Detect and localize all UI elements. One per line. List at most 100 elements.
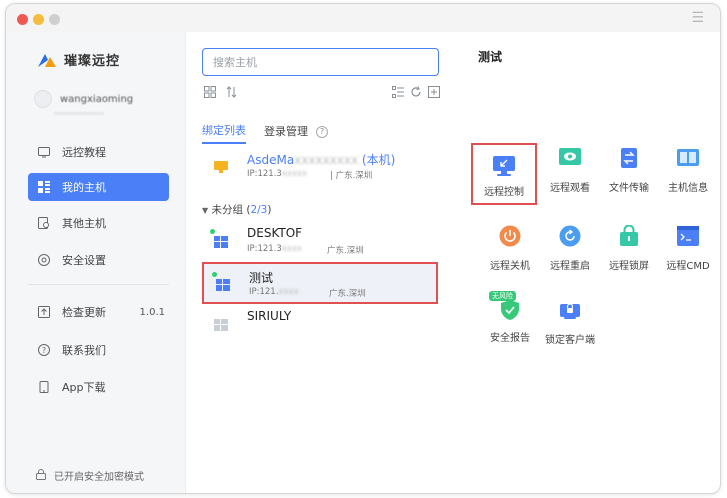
host-name: 测试 <box>249 271 274 285</box>
restart-icon <box>558 225 582 247</box>
function-label: 远程重启 <box>550 261 590 272</box>
function-label: 主机信息 <box>668 183 708 194</box>
group-count-close: ) <box>267 204 272 216</box>
host-name-text: AsdeMa <box>247 153 295 167</box>
remote-view-icon <box>558 147 582 169</box>
file-transfer-button[interactable]: 文件传输 <box>596 147 662 209</box>
sidebar: 璀璨远控 wangxiaoming 远控教程 我的主机 其他主机 安全设置 检查… <box>6 32 186 493</box>
remote-restart-button[interactable]: 远程重启 <box>537 225 603 287</box>
sidebar-item-contact[interactable]: ? 联系我们 <box>28 336 169 364</box>
sidebar-item-other-hosts[interactable]: 其他主机 <box>28 209 169 237</box>
sidebar-item-label: 检查更新 <box>62 306 106 319</box>
security-report-button[interactable]: 无风险 安全报告 <box>477 291 543 359</box>
logo-icon <box>36 51 58 69</box>
user-name: wangxiaoming <box>60 93 134 105</box>
sidebar-item-label: 其他主机 <box>62 217 106 230</box>
tab-login-management[interactable]: 登录管理 <box>264 123 308 143</box>
lock-screen-icon <box>617 224 641 247</box>
file-transfer-icon <box>617 147 641 169</box>
online-indicator <box>210 229 215 234</box>
remote-view-button[interactable]: 远程观看 <box>537 147 603 209</box>
host-item-test[interactable]: 测试 IP:121.xxxx 广东.深圳 <box>202 262 438 304</box>
redacted-text: xxxxxxxxx <box>294 153 359 167</box>
windows-icon <box>216 279 230 291</box>
encryption-status: 已开启安全加密模式 <box>36 468 144 483</box>
title-bar: ☰ <box>6 4 720 32</box>
close-window-button[interactable] <box>17 14 28 25</box>
lock-icon <box>36 468 46 483</box>
remote-shutdown-button[interactable]: 远程关机 <box>477 225 543 287</box>
function-label: 远程控制 <box>484 187 524 198</box>
cmd-icon <box>676 225 700 247</box>
local-machine-tag: (本机) <box>361 153 396 167</box>
app-logo: 璀璨远控 <box>36 50 120 69</box>
host-ip: IP:121.xxxx <box>249 287 299 297</box>
function-label: 安全报告 <box>490 333 530 344</box>
sidebar-item-label: 安全设置 <box>62 254 106 267</box>
menu-icon[interactable]: ☰ <box>691 11 704 25</box>
grid-icon <box>38 181 50 193</box>
redacted-text: xxxx <box>278 287 299 297</box>
remote-lock-screen-button[interactable]: 远程锁屏 <box>596 224 662 287</box>
host-list-panel: 绑定列表 登录管理 ? AsdeMaxxxxxxxxx (本机) IP:121.… <box>187 32 457 493</box>
sidebar-item-label: App下载 <box>62 381 106 394</box>
search-input[interactable] <box>202 48 439 76</box>
online-indicator <box>212 272 217 277</box>
selected-host-title: 测试 <box>478 50 503 64</box>
sidebar-item-my-hosts[interactable]: 我的主机 <box>28 173 169 201</box>
host-ip: IP:121.3xxxxx <box>247 169 307 179</box>
security-settings-icon <box>38 254 50 266</box>
maximize-window-button[interactable] <box>49 14 60 25</box>
group-count: 2/3 <box>250 204 268 216</box>
function-label: 远程CMD <box>666 261 710 272</box>
logo-text: 璀璨远控 <box>64 54 121 69</box>
avatar <box>34 90 52 108</box>
divider <box>28 284 169 285</box>
sidebar-item-label: 联系我们 <box>62 344 106 357</box>
help-icon: ? <box>38 344 50 356</box>
lock-client-button[interactable]: 锁定客户端 <box>537 299 603 361</box>
host-name: DESKTOF <box>247 226 303 240</box>
host-item-siriuly[interactable]: SIRIULY <box>202 304 438 346</box>
host-ip-text: IP:121.3 <box>247 244 282 254</box>
user-profile[interactable]: wangxiaoming <box>34 90 133 108</box>
grid-view-icon[interactable] <box>204 86 216 100</box>
refresh-icon[interactable] <box>410 86 422 100</box>
sidebar-item-label: 我的主机 <box>62 181 106 194</box>
tab-bound-list[interactable]: 绑定列表 <box>202 122 246 144</box>
host-location: | 广东.深圳 <box>330 171 373 181</box>
host-ip-text: IP:121. <box>249 287 279 297</box>
host-location: 广东.深圳 <box>327 246 364 256</box>
sidebar-item-security[interactable]: 安全设置 <box>28 246 169 274</box>
group-header[interactable]: ▼ 未分组 (2/3) <box>202 202 271 217</box>
minimize-window-button[interactable] <box>33 14 44 25</box>
function-label: 远程锁屏 <box>609 261 649 272</box>
remote-cmd-button[interactable]: 远程CMD <box>655 225 720 287</box>
user-subtitle <box>54 112 104 115</box>
shield-icon <box>498 299 522 321</box>
sidebar-item-check-update[interactable]: 检查更新 1.0.1 <box>28 298 169 326</box>
list-toolbar <box>202 84 440 102</box>
host-name: SIRIULY <box>247 309 292 323</box>
group-label: 未分组 <box>211 204 244 216</box>
host-info-button[interactable]: 主机信息 <box>655 147 720 209</box>
sidebar-item-tutorial[interactable]: 远控教程 <box>28 138 169 166</box>
add-host-icon[interactable] <box>428 86 440 100</box>
host-item-local[interactable]: AsdeMaxxxxxxxxx (本机) IP:121.3xxxxx | 广东.… <box>202 146 438 188</box>
svg-text:?: ? <box>42 346 46 355</box>
other-hosts-icon <box>38 217 50 229</box>
host-actions-panel: 测试 远程控制 远程观看 文件传输 主机信息 远程关机 远程重启 远程锁屏 远程… <box>458 32 720 493</box>
help-circle-icon[interactable]: ? <box>316 125 328 138</box>
host-item-desktop[interactable]: DESKTOF IP:121.3xxxx 广东.深圳 <box>202 221 438 263</box>
expand-triangle-icon: ▼ <box>202 206 209 215</box>
function-label: 锁定客户端 <box>545 335 595 346</box>
remote-control-button[interactable]: 远程控制 <box>471 143 537 205</box>
list-view-icon[interactable] <box>392 86 404 100</box>
windows-icon <box>214 319 228 331</box>
sidebar-item-app-download[interactable]: App下载 <box>28 373 169 401</box>
version-number: 1.0.1 <box>139 306 165 318</box>
sort-icon[interactable] <box>226 86 238 100</box>
app-window: ☰ 璀璨远控 wangxiaoming 远控教程 我的主机 其他主机 安全设置 … <box>5 3 721 494</box>
redacted-text: xxxxx <box>281 169 307 179</box>
lock-client-icon <box>558 299 582 321</box>
